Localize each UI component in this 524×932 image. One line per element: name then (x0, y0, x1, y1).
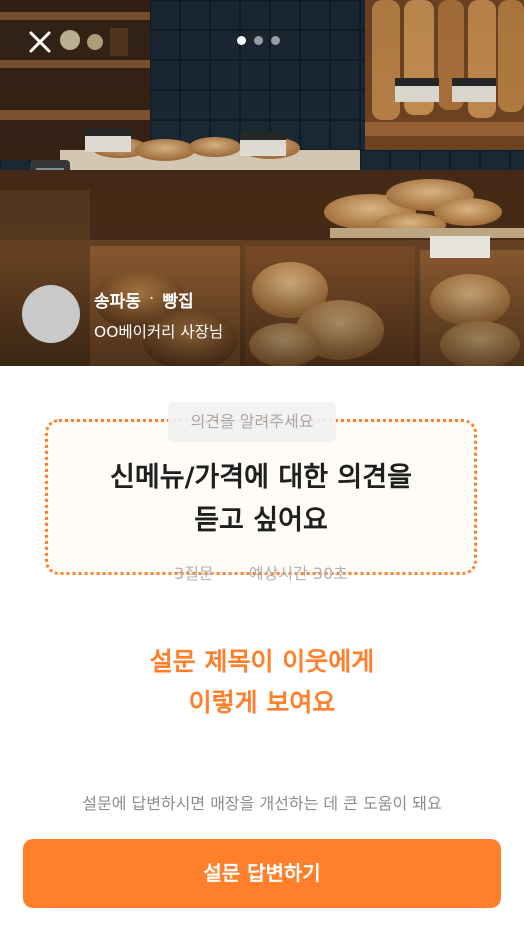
helper-text: 설문에 답변하시면 매장을 개선하는 데 큰 도움이 돼요 (82, 794, 442, 813)
answer-survey-button[interactable]: 설문 답변하기 (23, 839, 501, 908)
close-button[interactable] (24, 26, 56, 58)
shop-separator: · (148, 289, 155, 309)
shop-text: 송파동 · 빵집 OO베이커리 사장님 (94, 287, 223, 342)
survey-meta: 3질문 · 예상시간 30초 (45, 560, 477, 584)
shop-owner-name: OO베이커리 사장님 (94, 322, 224, 341)
question-count: 3질문 (174, 564, 214, 583)
page-dot-active (237, 36, 246, 45)
preview-caption: 설문 제목이 이웃에게 이렇게 보여요 (0, 641, 524, 723)
survey-preview-screen: 송파동 · 빵집 OO베이커리 사장님 의견을 알려주세요 신메뉴/가격에 대한… (0, 0, 524, 932)
meta-separator: · (228, 564, 234, 583)
page-dot (271, 36, 280, 45)
shop-category: 빵집 (162, 291, 194, 312)
close-icon (29, 31, 51, 53)
survey-title-line1: 신메뉴/가격에 대한 의견을 (110, 462, 412, 493)
bakery-photo: 송파동 · 빵집 OO베이커리 사장님 (0, 0, 524, 366)
page-dot (254, 36, 263, 45)
shop-avatar (22, 285, 80, 343)
preview-caption-line2: 이렇게 보여요 (188, 688, 336, 717)
estimated-time: 예상시간 30초 (248, 564, 348, 583)
preview-caption-line1: 설문 제목이 이웃에게 (149, 647, 375, 676)
shop-info: 송파동 · 빵집 OO베이커리 사장님 (22, 285, 223, 343)
shop-region: 송파동 (94, 291, 141, 312)
survey-tag: 의견을 알려주세요 (168, 402, 336, 442)
shop-location: 송파동 · 빵집 (94, 287, 223, 312)
survey-title-line2: 듣고 싶어요 (194, 505, 328, 536)
image-page-indicator (237, 36, 280, 45)
survey-title: 신메뉴/가격에 대한 의견을 듣고 싶어요 (45, 456, 477, 542)
